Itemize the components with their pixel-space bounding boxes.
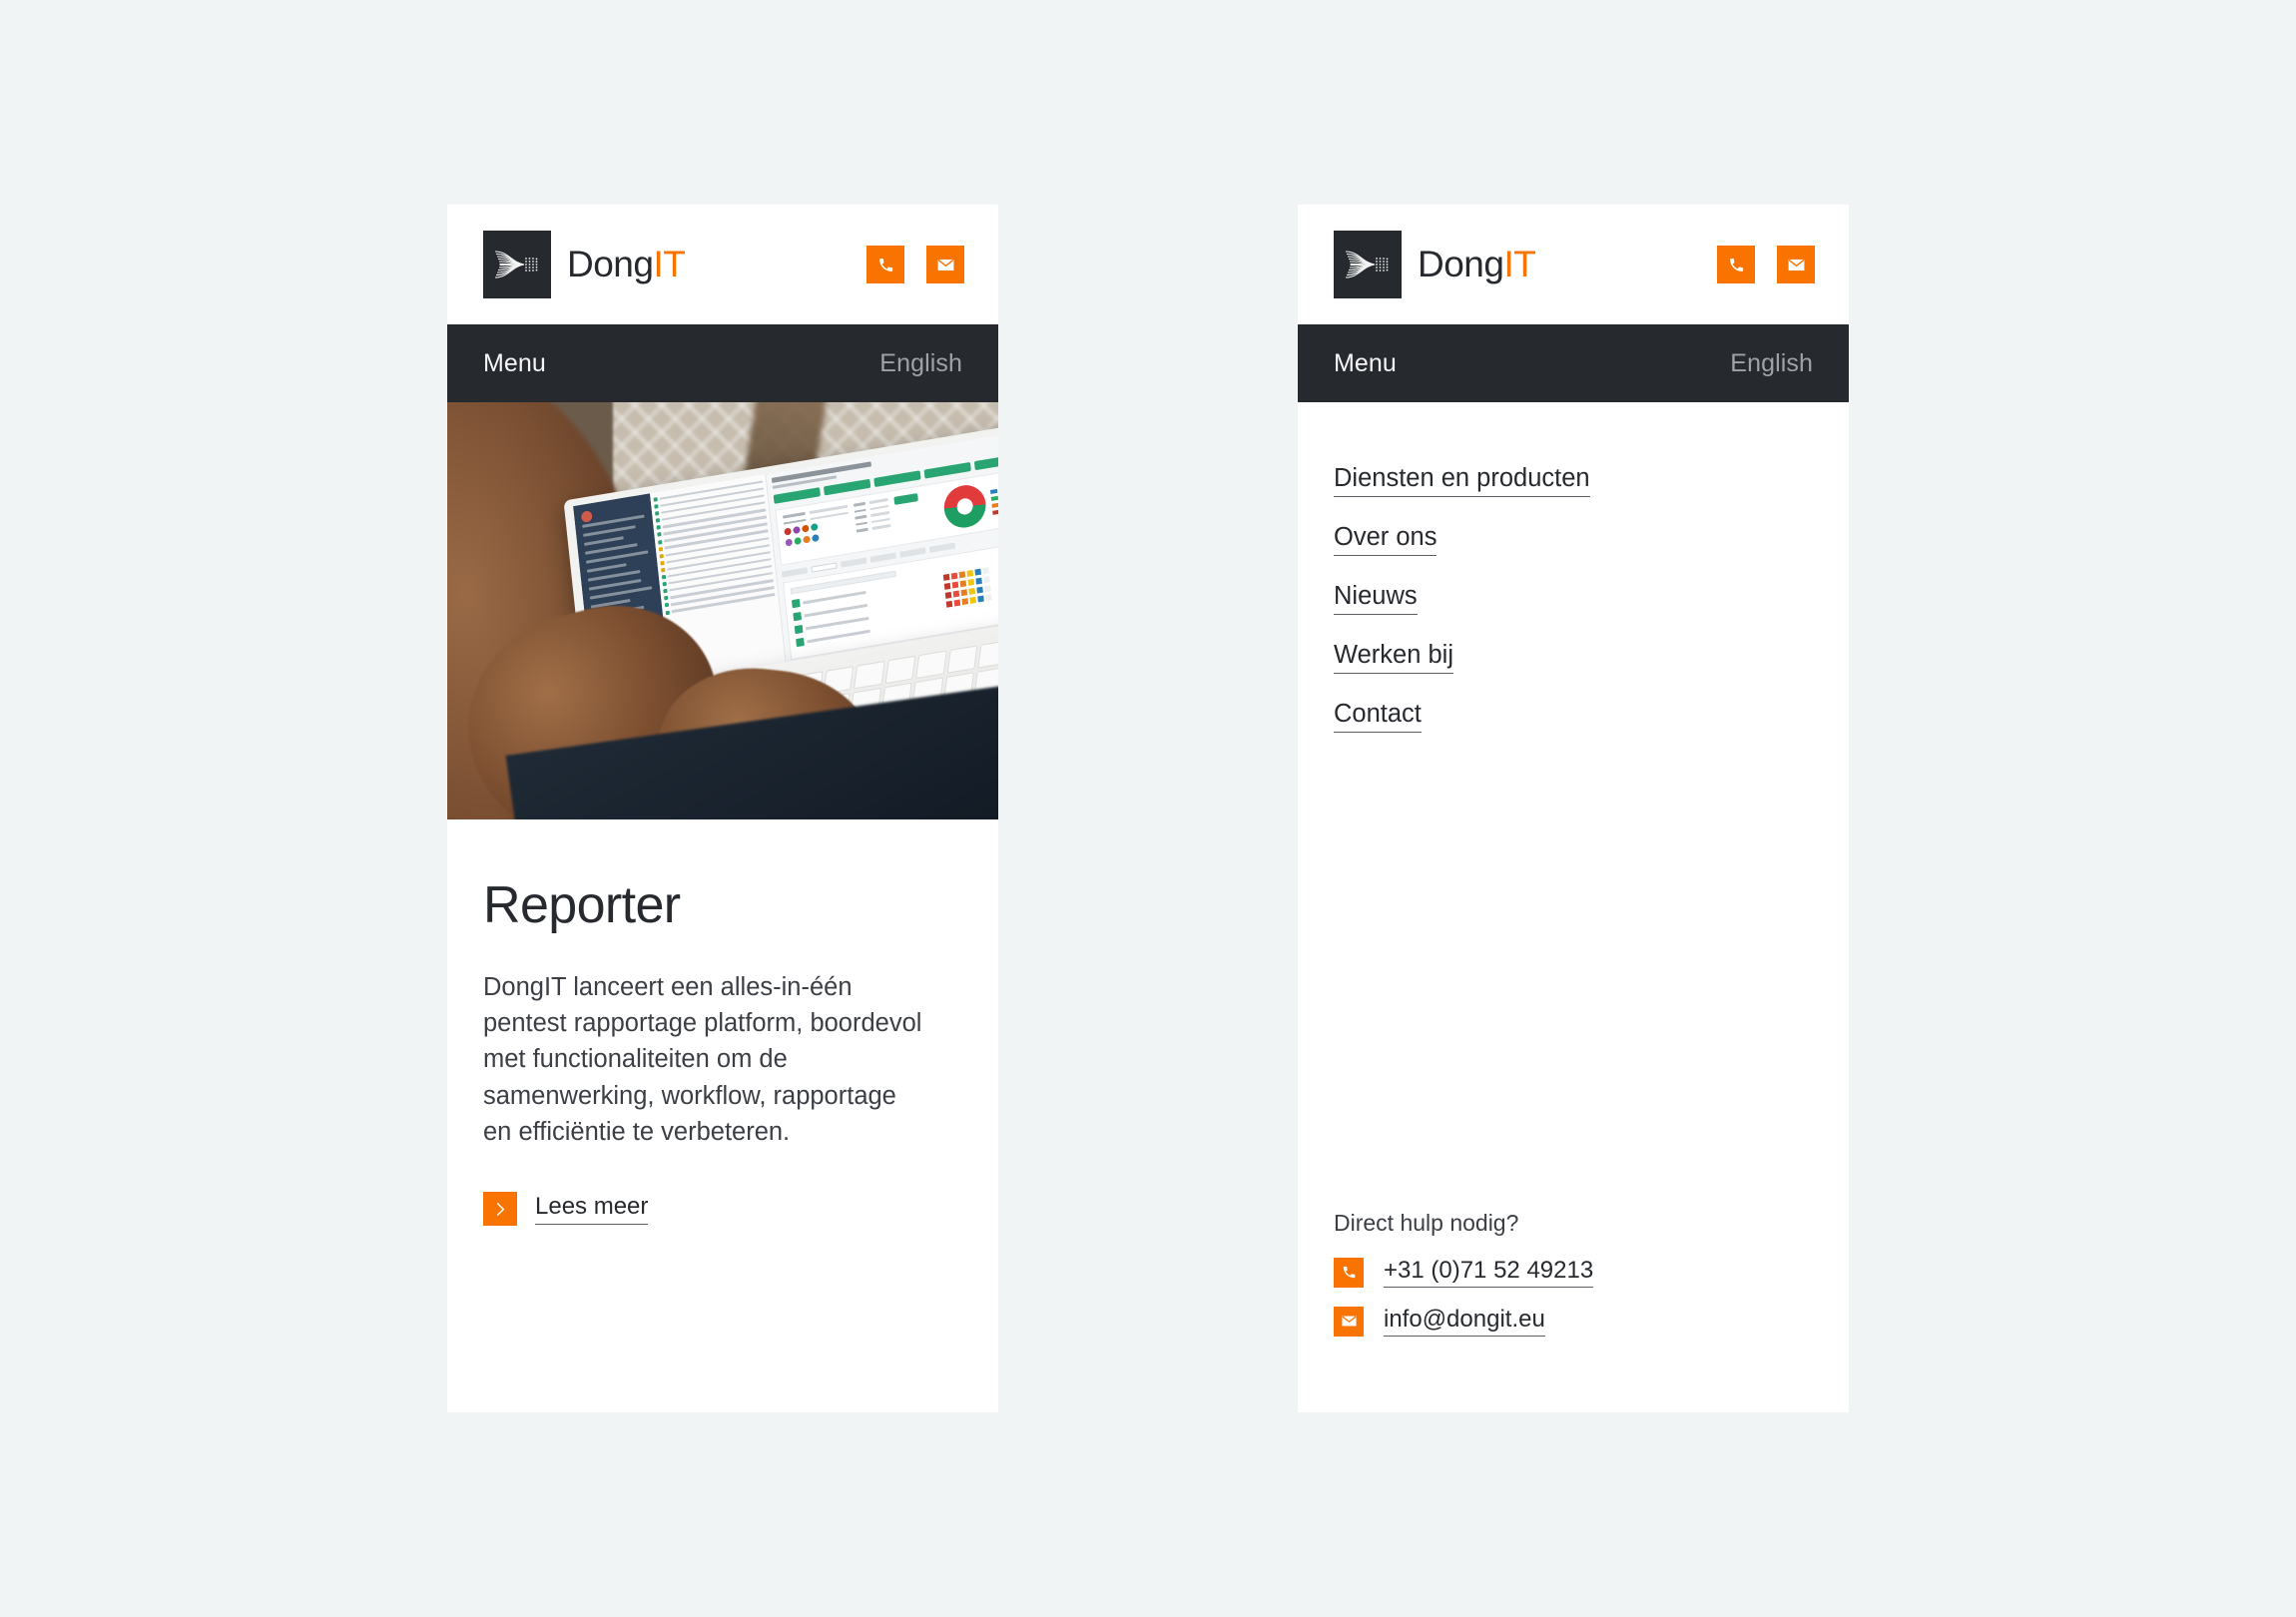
menu-toggle[interactable]: Menu xyxy=(1334,349,1397,378)
phone-icon xyxy=(877,257,894,273)
direct-help-title: Direct hulp nodig? xyxy=(1334,1210,1519,1236)
nav-item-nieuws[interactable]: Nieuws xyxy=(1334,582,1418,615)
wordmark: DongIT xyxy=(1418,244,1536,285)
chevron-right-icon xyxy=(483,1192,517,1227)
wordmark: DongIT xyxy=(567,244,686,285)
mobile-panel-article: DongIT Menu English Reporter DongIT lanc… xyxy=(447,205,998,1412)
nav-list: Diensten en producten Over ons Nieuws We… xyxy=(1298,402,1849,759)
mobile-panel-menu: DongIT Menu English Diensten en producte… xyxy=(1298,205,1849,1412)
header-icon-buttons xyxy=(866,246,964,283)
hero-image: ASUS ZEPHYRUS xyxy=(447,402,998,819)
direct-help-block: Direct hulp nodig? +31 (0)71 52 49213 in… xyxy=(1298,1210,1849,1354)
phone-link[interactable]: +31 (0)71 52 49213 xyxy=(1384,1257,1594,1288)
brand-header: DongIT xyxy=(1298,205,1849,324)
phone-button[interactable] xyxy=(866,246,904,283)
wordmark-primary: Dong xyxy=(1418,244,1504,284)
dongit-braid-logo-icon xyxy=(483,231,551,298)
phone-icon xyxy=(1334,1257,1364,1288)
language-switch[interactable]: English xyxy=(879,349,962,378)
read-more-link[interactable]: Lees meer xyxy=(535,1193,649,1226)
screenshot-stage: DongIT Menu English Reporter DongIT lanc… xyxy=(0,0,2296,1617)
mail-button[interactable] xyxy=(1777,246,1815,283)
logo-group[interactable]: DongIT xyxy=(483,231,686,298)
nav-item-over-ons[interactable]: Over ons xyxy=(1334,523,1437,556)
read-more-cta[interactable]: Lees meer xyxy=(483,1192,962,1227)
logo-group[interactable]: DongIT xyxy=(1334,231,1536,298)
article-block: Reporter DongIT lanceert een alles-in-éé… xyxy=(447,819,998,1227)
envelope-icon xyxy=(1787,256,1806,274)
help-email-row[interactable]: info@dongit.eu xyxy=(1334,1306,1813,1337)
dashboard-donut-chart xyxy=(941,481,988,531)
nav-item-werken-bij[interactable]: Werken bij xyxy=(1334,641,1453,674)
dark-menu-bar: Menu English xyxy=(447,324,998,402)
dashboard-severity-swatches xyxy=(942,566,994,626)
nav-item-contact[interactable]: Contact xyxy=(1334,700,1422,733)
phone-icon xyxy=(1728,257,1745,273)
envelope-icon xyxy=(936,256,955,274)
page-title: Reporter xyxy=(483,876,681,934)
menu-toggle[interactable]: Menu xyxy=(483,349,546,378)
dark-menu-bar: Menu English xyxy=(1298,324,1849,402)
envelope-icon xyxy=(1334,1306,1364,1337)
dongit-braid-logo-icon xyxy=(1334,231,1402,298)
email-link[interactable]: info@dongit.eu xyxy=(1384,1306,1545,1337)
language-switch[interactable]: English xyxy=(1730,349,1813,378)
phone-button[interactable] xyxy=(1717,246,1755,283)
wordmark-accent: IT xyxy=(1503,244,1536,284)
help-phone-row[interactable]: +31 (0)71 52 49213 xyxy=(1334,1257,1813,1288)
article-body: DongIT lanceert een alles-in-één pentest… xyxy=(483,973,922,1146)
wordmark-primary: Dong xyxy=(567,244,654,284)
wordmark-accent: IT xyxy=(653,244,686,284)
header-icon-buttons xyxy=(1717,246,1815,283)
nav-item-diensten-en-producten[interactable]: Diensten en producten xyxy=(1334,464,1590,497)
brand-header: DongIT xyxy=(447,205,998,324)
mail-button[interactable] xyxy=(926,246,964,283)
